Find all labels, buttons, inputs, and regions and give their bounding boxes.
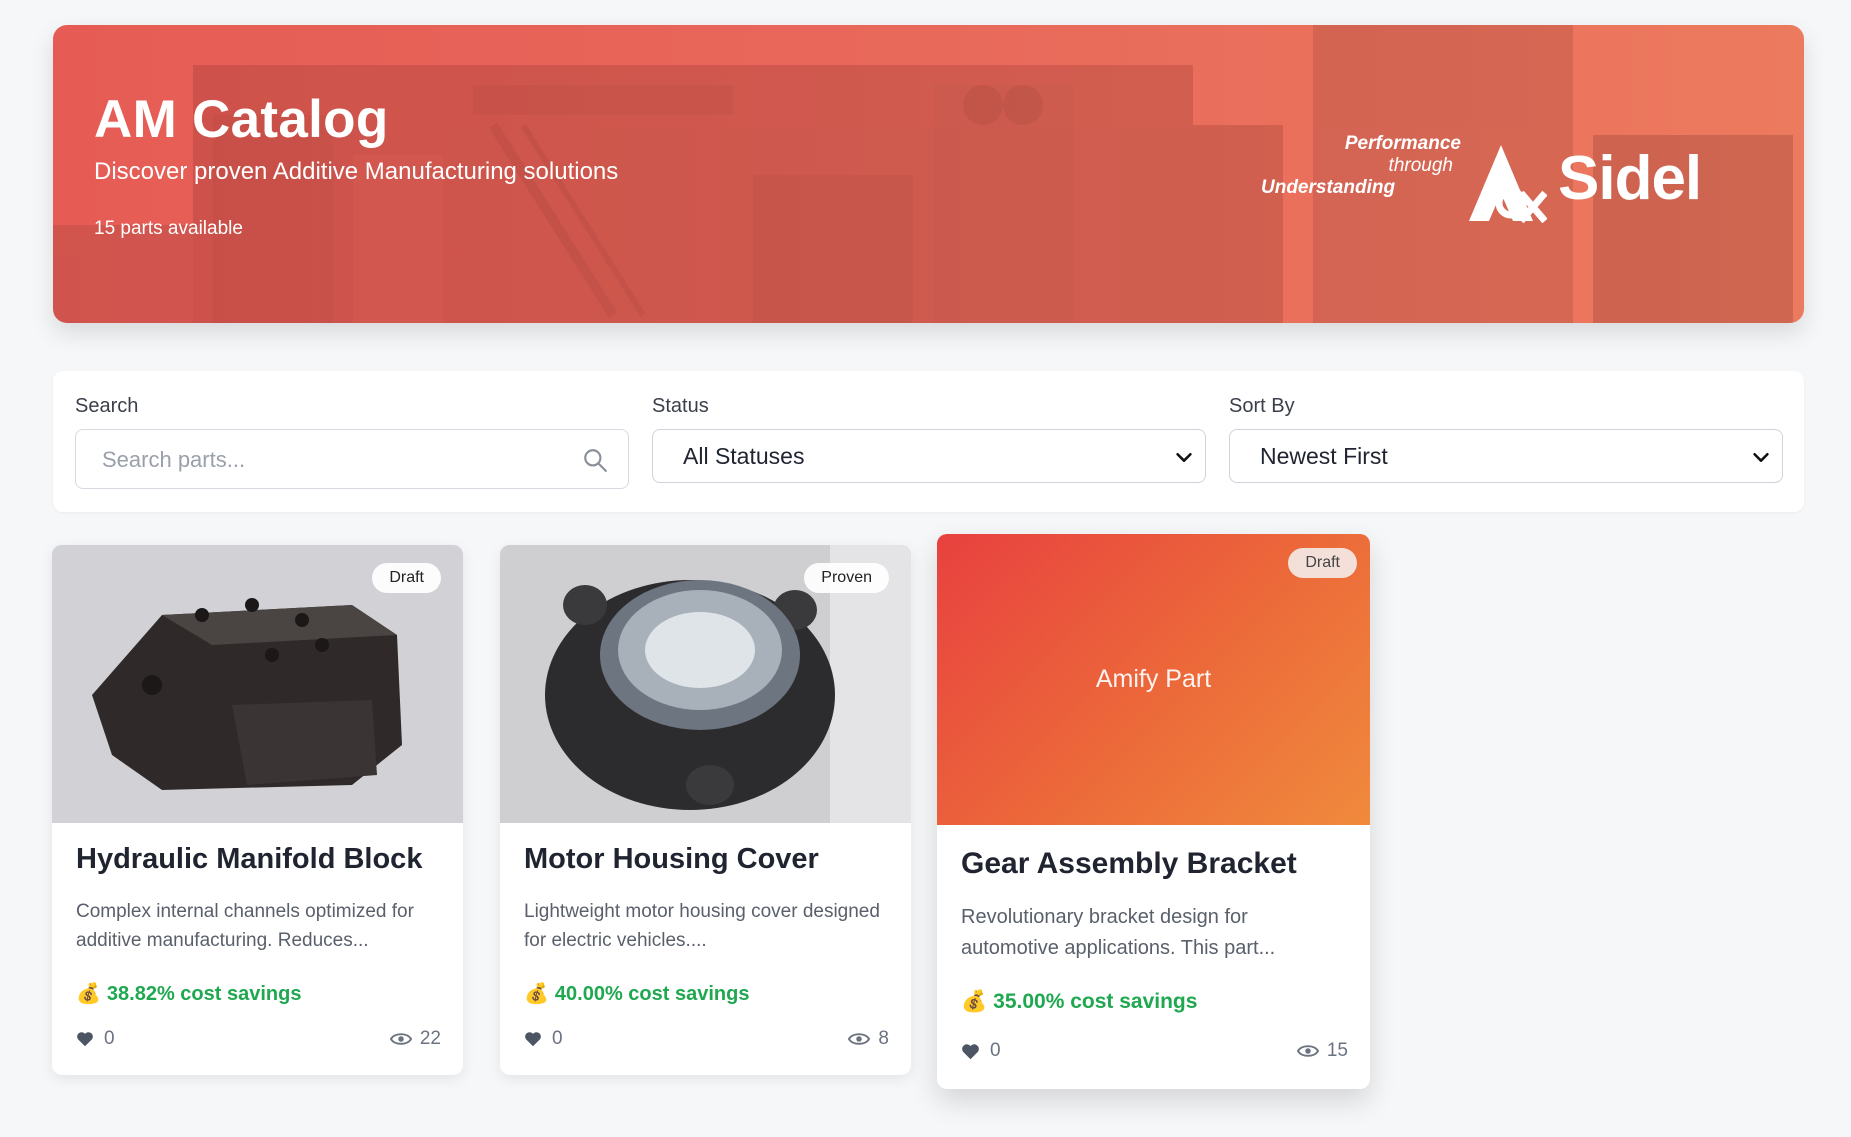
chevron-down-icon <box>1176 452 1192 462</box>
heart-icon[interactable] <box>524 1031 542 1047</box>
search-input[interactable] <box>100 430 564 490</box>
cost-savings-text: 40.00% cost savings <box>554 983 750 1005</box>
eye-icon <box>389 1033 412 1045</box>
part-description: Lightweight motor housing cover designed… <box>524 901 880 951</box>
tagline-line-1: Performance <box>1344 133 1461 154</box>
sort-selected-value: Newest First <box>1260 443 1388 469</box>
part-title[interactable]: Gear Assembly Bracket <box>961 847 1297 881</box>
page-subtitle: Discover proven Additive Manufacturing s… <box>94 158 619 185</box>
heart-icon[interactable] <box>961 1043 980 1060</box>
brand-tagline: Performance through Understanding <box>1261 133 1461 199</box>
status-label: Status <box>652 395 709 417</box>
part-image[interactable]: Amify Part Draft <box>937 534 1370 825</box>
view-count-value: 8 <box>878 1028 889 1049</box>
eye-icon <box>848 1033 871 1045</box>
like-count-value: 0 <box>104 1028 115 1049</box>
cost-savings: 💰 35.00% cost savings <box>961 990 1197 1014</box>
hero-banner: AM Catalog Discover proven Additive Manu… <box>53 25 1804 323</box>
view-count: 8 <box>848 1028 889 1050</box>
sort-label: Sort By <box>1229 395 1295 417</box>
money-bag-icon: 💰 <box>961 990 988 1013</box>
like-count-value: 0 <box>552 1028 563 1049</box>
tagline-line-3: Understanding <box>1261 177 1396 198</box>
part-description: Complex internal channels optimized for … <box>76 901 414 951</box>
search-group: Search <box>75 395 629 490</box>
sort-group: Sort By Newest First <box>1229 395 1783 483</box>
page-title: AM Catalog <box>94 90 389 149</box>
status-select[interactable]: All Statuses <box>652 429 1206 483</box>
search-icon[interactable] <box>582 447 608 473</box>
view-count-value: 15 <box>1326 1040 1348 1061</box>
cost-savings: 💰 38.82% cost savings <box>76 981 301 1006</box>
like-count[interactable]: 0 <box>76 1028 115 1050</box>
money-bag-icon: 💰 <box>524 983 549 1005</box>
search-box[interactable] <box>75 429 629 490</box>
like-count[interactable]: 0 <box>961 1040 1001 1062</box>
eye-icon <box>1296 1045 1319 1057</box>
part-title[interactable]: Hydraulic Manifold Block <box>76 843 422 876</box>
catalog-page: AM Catalog Discover proven Additive Manu… <box>0 0 1851 1137</box>
part-card[interactable]: Amify Part Draft Gear Assembly Bracket R… <box>937 534 1370 1089</box>
status-badge: Proven <box>804 563 889 593</box>
part-description: Revolutionary bracket design for automot… <box>961 906 1276 959</box>
parts-count: 15 parts available <box>94 218 243 239</box>
view-count: 15 <box>1296 1040 1348 1062</box>
status-badge: Draft <box>372 563 441 593</box>
tagline-line-2: through <box>1388 155 1453 176</box>
filter-panel: Search Status All Statuses Sort By Ne <box>53 371 1804 512</box>
status-badge: Draft <box>1288 548 1357 578</box>
brand-name: Sidel <box>1558 144 1702 213</box>
view-count: 22 <box>389 1028 441 1050</box>
sort-select[interactable]: Newest First <box>1229 429 1783 483</box>
cost-savings-text: 35.00% cost savings <box>993 990 1198 1013</box>
cost-savings-text: 38.82% cost savings <box>106 983 302 1005</box>
search-label: Search <box>75 395 139 417</box>
placeholder-label: Amify Part <box>1095 665 1212 693</box>
chevron-down-icon <box>1753 452 1769 462</box>
like-count-value: 0 <box>990 1040 1001 1061</box>
sidel-logo-icon <box>1469 145 1547 224</box>
part-card[interactable]: Proven Motor Housing Cover Lightweight m… <box>500 545 911 1075</box>
money-bag-icon: 💰 <box>76 983 101 1005</box>
part-image[interactable]: Draft <box>52 545 463 823</box>
part-image[interactable]: Proven <box>500 545 911 823</box>
like-count[interactable]: 0 <box>524 1028 563 1050</box>
view-count-value: 22 <box>419 1028 441 1049</box>
part-card[interactable]: Draft Hydraulic Manifold Block Complex i… <box>52 545 463 1075</box>
cost-savings: 💰 40.00% cost savings <box>524 981 749 1006</box>
heart-icon[interactable] <box>76 1031 94 1047</box>
status-selected-value: All Statuses <box>683 443 805 469</box>
status-group: Status All Statuses <box>652 395 1206 483</box>
part-title[interactable]: Motor Housing Cover <box>524 843 819 876</box>
